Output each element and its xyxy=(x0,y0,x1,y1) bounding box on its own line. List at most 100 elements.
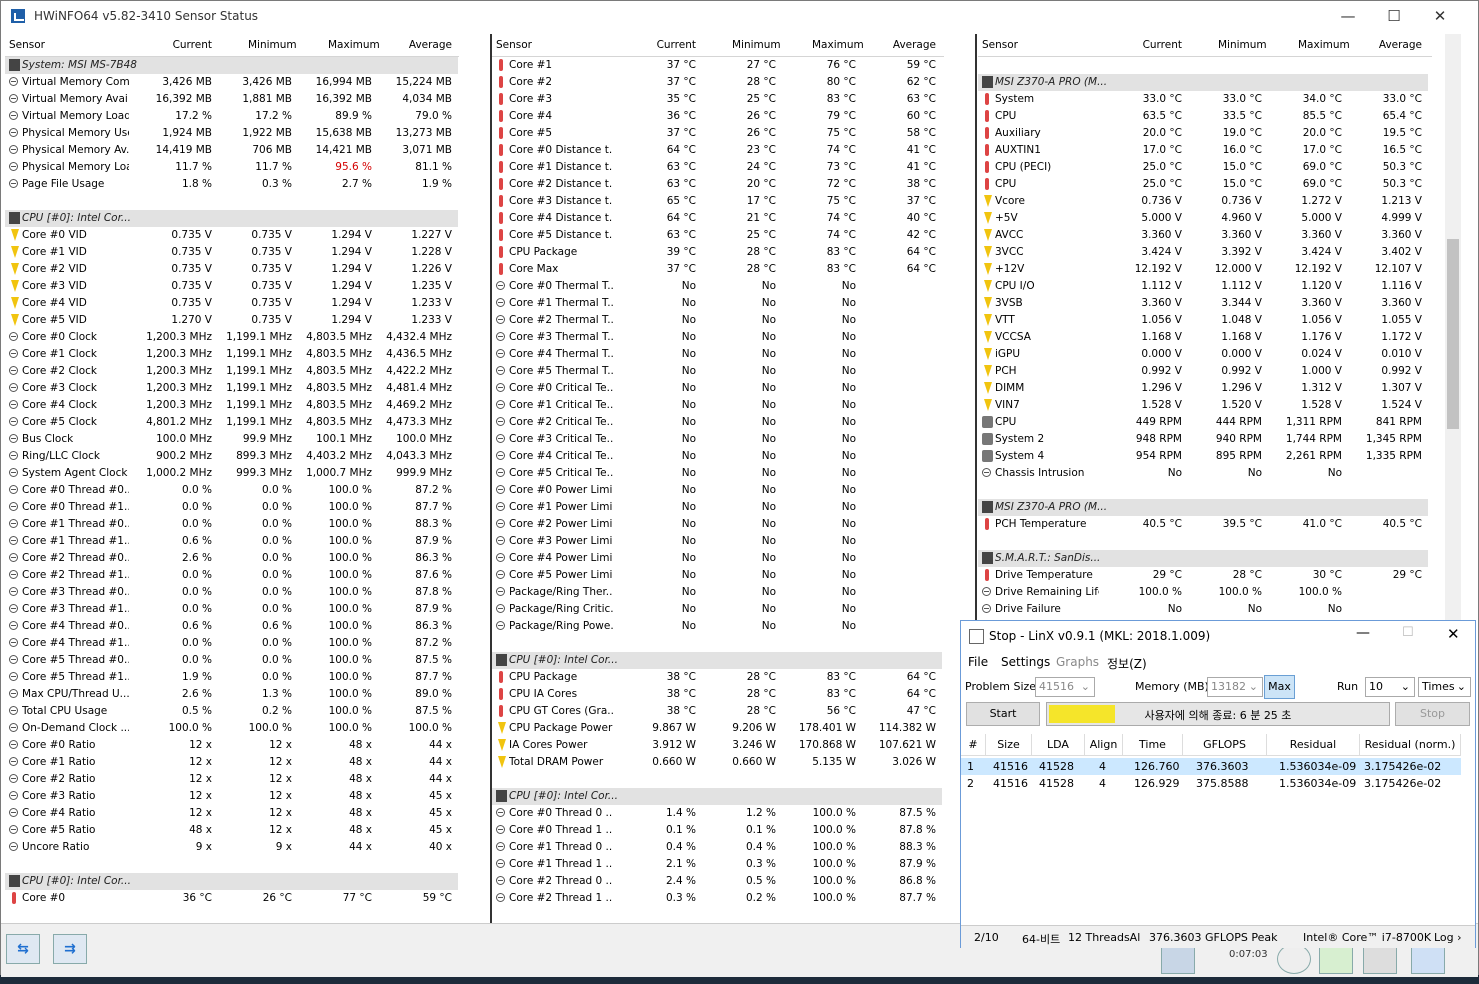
sensor-row[interactable]: Total DRAM Power 0.660 W 0.660 W 5.135 W 3.0… xyxy=(492,754,944,771)
sensor-row[interactable]: Core #0 Critical Te... No No No xyxy=(492,380,944,397)
sensor-row[interactable]: Drive Failure No No No xyxy=(978,601,1432,618)
sensor-row[interactable]: Core #0 Thread 0 ... 1.4 % 1.2 % 100.0 % 87.… xyxy=(492,805,944,822)
sensor-row[interactable]: Core #4 VID 0.735 V 0.735 V 1.294 V 1.233 V xyxy=(5,295,459,312)
sensor-row[interactable]: Core #3 Power Limi... No No No xyxy=(492,533,944,550)
sensor-row[interactable]: Core #2 Thread 0 ... 2.4 % 0.5 % 100.0 % 86.… xyxy=(492,873,944,890)
sensor-group-header[interactable]: CPU [#0]: Intel Cor... xyxy=(5,873,458,890)
collapse-arrows-icon[interactable]: ⇆ xyxy=(6,934,40,964)
sensor-row[interactable]: System Agent Clock 1,000.2 MHz 999.3 MHz 1,… xyxy=(5,465,459,482)
sensor-group-header[interactable]: System: MSI MS-7B48 xyxy=(5,57,458,74)
sensor-row[interactable]: iGPU 0.000 V 0.000 V 0.024 V 0.010 V xyxy=(978,346,1432,363)
col-header-current[interactable]: Current xyxy=(1138,39,1182,51)
sensor-row[interactable]: Core #0 Thread 1 ... 0.1 % 0.1 % 100.0 % 87.… xyxy=(492,822,944,839)
menu-settings[interactable]: Settings xyxy=(1001,655,1050,669)
col-header-minimum[interactable]: Minimum xyxy=(1218,39,1267,51)
maximize-button[interactable]: ☐ xyxy=(1371,1,1417,32)
linx-close-button[interactable]: ✕ xyxy=(1447,625,1460,643)
sensor-row[interactable]: Core #0 Power Limi... No No No xyxy=(492,482,944,499)
sensor-row[interactable]: CPU Package Power 9.867 W 9.206 W 178.401 W… xyxy=(492,720,944,737)
sensor-row[interactable]: Package/Ring Powe... No No No xyxy=(492,618,944,635)
sensor-row[interactable]: IA Cores Power 3.912 W 3.246 W 170.868 W 107… xyxy=(492,737,944,754)
sensor-row[interactable]: Core #2 Power Limi... No No No xyxy=(492,516,944,533)
sensor-row[interactable]: Core #4 Ratio 12 x 12 x 48 x 45 x xyxy=(5,805,459,822)
col-header-residual[interactable]: Residual xyxy=(1267,734,1360,756)
menu-info[interactable]: 정보(Z) xyxy=(1107,655,1147,672)
sensor-row[interactable]: Virtual Memory Com... 3,426 MB 3,426 MB 16,… xyxy=(5,74,459,91)
sensor-row[interactable]: Core #0 Distance t... 64 °C 23 °C 74 °C 41 °… xyxy=(492,142,944,159)
sensor-row[interactable]: Core #4 36 °C 26 °C 79 °C 60 °C xyxy=(492,108,944,125)
sensor-row[interactable]: Core #4 Clock 1,200.3 MHz 1,199.1 MHz 4,803… xyxy=(5,397,459,414)
title-bar[interactable]: HWiNFO64 v5.82-3410 Sensor Status — ☐ ✕ xyxy=(1,1,1478,32)
sensor-row[interactable]: Core #0 Thread #1... 0.0 % 0.0 % 100.0 % 87.… xyxy=(5,499,459,516)
col-header-minimum[interactable]: Minimum xyxy=(248,39,297,51)
sensor-row[interactable]: Physical Memory Load 11.7 % 11.7 % 95.6 % 81… xyxy=(5,159,459,176)
sensor-row[interactable]: Core #2 VID 0.735 V 0.735 V 1.294 V 1.226 V xyxy=(5,261,459,278)
sensor-row[interactable]: On-Demand Clock ... 100.0 % 100.0 % 100.0 %… xyxy=(5,720,459,737)
col-header-sensor[interactable]: Sensor xyxy=(496,39,532,51)
sensor-row[interactable]: Package/Ring Ther... No No No xyxy=(492,584,944,601)
col-header-num[interactable]: # xyxy=(961,734,986,756)
sensor-row[interactable]: PCH 0.992 V 0.992 V 1.000 V 0.992 V xyxy=(978,363,1432,380)
col-header-maximum[interactable]: Maximum xyxy=(1298,39,1350,51)
network-icon[interactable] xyxy=(1161,944,1195,974)
sensor-row[interactable]: Core #3 Thread #0... 0.0 % 0.0 % 100.0 % 87.… xyxy=(5,584,459,601)
sensor-row[interactable]: CPU IA Cores 38 °C 28 °C 83 °C 64 °C xyxy=(492,686,944,703)
table-row[interactable]: 1 41516 41528 4 126.760 376.3603 1.536034e-09 3… xyxy=(961,758,1461,775)
sensor-row[interactable]: Core #2 Thread #1... 0.0 % 0.0 % 100.0 % 87.… xyxy=(5,567,459,584)
sensor-row[interactable]: Ring/LLC Clock 900.2 MHz 899.3 MHz 4,403.2 … xyxy=(5,448,459,465)
sensor-pane-1[interactable]: Sensor Current Minimum Maximum Average System… xyxy=(5,34,459,923)
sensor-group-header[interactable]: CPU [#0]: Intel Cor... xyxy=(5,210,458,227)
sensor-row[interactable]: Core #4 Thread #0... 0.6 % 0.6 % 100.0 % 86.… xyxy=(5,618,459,635)
sensor-row[interactable]: CPU 63.5 °C 33.5 °C 85.5 °C 65.4 °C xyxy=(978,108,1432,125)
sensor-group-header[interactable]: MSI Z370-A PRO (M... xyxy=(978,74,1428,91)
sensor-row[interactable]: Core #2 37 °C 28 °C 80 °C 62 °C xyxy=(492,74,944,91)
log-button[interactable]: Log › xyxy=(1434,931,1462,944)
sensor-row[interactable]: Core #5 Clock 4,801.2 MHz 1,199.1 MHz 4,803… xyxy=(5,414,459,431)
sensor-row[interactable]: 3VCC 3.424 V 3.392 V 3.424 V 3.402 V xyxy=(978,244,1432,261)
sensor-row[interactable]: Core #1 Thread #1... 0.6 % 0.0 % 100.0 % 87.… xyxy=(5,533,459,550)
menu-graphs[interactable]: Graphs xyxy=(1056,655,1099,669)
start-button[interactable]: Start xyxy=(966,702,1040,726)
run-unit-select[interactable]: Times ⌄ xyxy=(1418,677,1471,697)
sensor-row[interactable]: Core #4 Distance t... 64 °C 21 °C 74 °C 40 °… xyxy=(492,210,944,227)
sensor-row[interactable]: Core #1 Power Limi... No No No xyxy=(492,499,944,516)
close-button[interactable]: ✕ xyxy=(1417,1,1463,32)
sensor-row[interactable]: Core #2 Critical Te... No No No xyxy=(492,414,944,431)
menu-file[interactable]: File xyxy=(968,655,988,669)
sensor-row[interactable]: Core #2 Thread 1 ... 0.3 % 0.2 % 100.0 % 87.… xyxy=(492,890,944,907)
sensor-row[interactable]: CPU 25.0 °C 15.0 °C 69.0 °C 50.3 °C xyxy=(978,176,1432,193)
sensor-row[interactable]: Uncore Ratio 9 x 9 x 44 x 40 x xyxy=(5,839,459,856)
col-header-lda[interactable]: LDA xyxy=(1032,734,1085,756)
sensor-row[interactable]: CPU Package 39 °C 28 °C 83 °C 64 °C xyxy=(492,244,944,261)
sensor-row[interactable]: Core #0 36 °C 26 °C 77 °C 59 °C xyxy=(5,890,459,907)
sensor-row[interactable]: Physical Memory Used 1,924 MB 1,922 MB 15,6… xyxy=(5,125,459,142)
sensor-row[interactable]: System 4 954 RPM 895 RPM 2,261 RPM 1,335 RPM xyxy=(978,448,1432,465)
sensor-row[interactable]: Core #5 Thread #0... 0.0 % 0.0 % 100.0 % 87.… xyxy=(5,652,459,669)
sensor-row[interactable]: CPU GT Cores (Gra... 38 °C 28 °C 56 °C 47 °C xyxy=(492,703,944,720)
sensor-row[interactable]: Virtual Memory Avai... 16,392 MB 1,881 MB 1… xyxy=(5,91,459,108)
col-header-gflops[interactable]: GFLOPS xyxy=(1183,734,1267,756)
col-header-sensor[interactable]: Sensor xyxy=(9,39,45,51)
col-header-current[interactable]: Current xyxy=(652,39,696,51)
sensor-row[interactable]: Package/Ring Critic... No No No xyxy=(492,601,944,618)
pane3-scrollbar[interactable] xyxy=(1445,34,1461,622)
sensor-row[interactable]: Core #5 VID 1.270 V 0.735 V 1.294 V 1.233 V xyxy=(5,312,459,329)
sensor-row[interactable]: PCH Temperature 40.5 °C 39.5 °C 41.0 °C 40.5… xyxy=(978,516,1432,533)
sensor-row[interactable]: Core #1 Thread 1 ... 2.1 % 0.3 % 100.0 % 87.… xyxy=(492,856,944,873)
sensor-row[interactable]: Core #4 Thread #1... 0.0 % 0.0 % 100.0 % 87.… xyxy=(5,635,459,652)
sensor-row[interactable]: CPU (PECI) 25.0 °C 15.0 °C 69.0 °C 50.3 °C xyxy=(978,159,1432,176)
sensor-row[interactable]: Core #1 37 °C 27 °C 76 °C 59 °C xyxy=(492,57,944,74)
sensor-row[interactable]: Virtual Memory Load 17.2 % 17.2 % 89.9 % 79.… xyxy=(5,108,459,125)
sensor-row[interactable]: +12V 12.192 V 12.000 V 12.192 V 12.107 V xyxy=(978,261,1432,278)
sensor-row[interactable]: Physical Memory Av... 14,419 MB 706 MB 14,4… xyxy=(5,142,459,159)
sensor-row[interactable]: Core #5 Thermal T... No No No xyxy=(492,363,944,380)
sensor-row[interactable]: +5V 5.000 V 4.960 V 5.000 V 4.999 V xyxy=(978,210,1432,227)
minimize-button[interactable]: — xyxy=(1325,1,1371,32)
sensor-row[interactable]: Core #0 Thermal T... No No No xyxy=(492,278,944,295)
col-header-average[interactable]: Average xyxy=(1378,39,1422,51)
sensor-group-header[interactable]: CPU [#0]: Intel Cor... xyxy=(492,652,942,669)
sensor-row[interactable]: CPU I/O 1.112 V 1.112 V 1.120 V 1.116 V xyxy=(978,278,1432,295)
table-row[interactable]: 2 41516 41528 4 126.929 375.8588 1.536034e-09 3… xyxy=(961,775,1461,792)
col-header-minimum[interactable]: Minimum xyxy=(732,39,781,51)
col-header-align[interactable]: Align xyxy=(1085,734,1123,756)
